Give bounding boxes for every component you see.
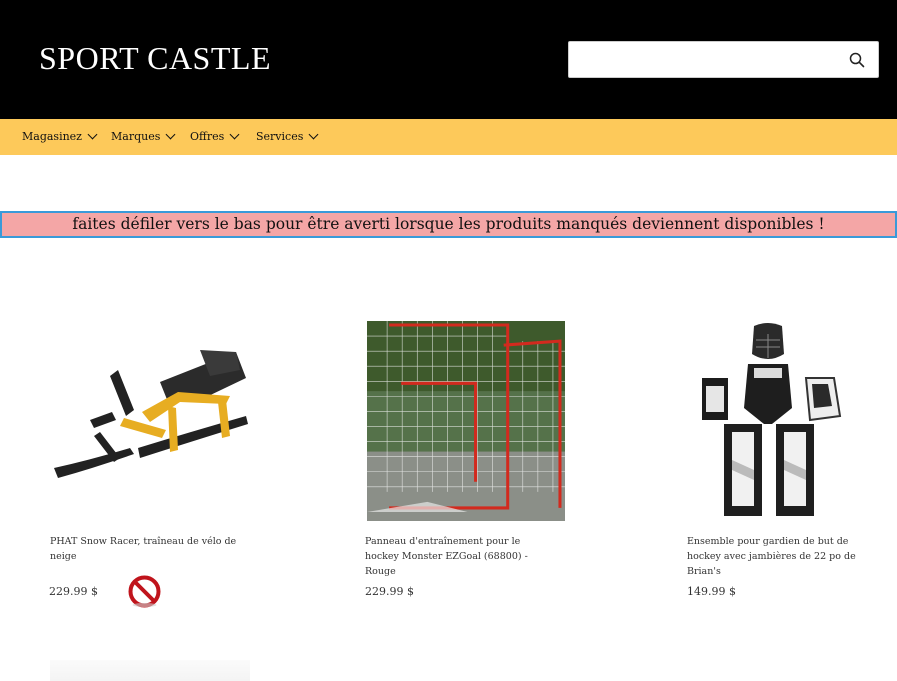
product-name[interactable]: Panneau d'entraînement pour le hockey Mo… [365, 534, 555, 579]
product-image-hockey-net[interactable] [366, 321, 566, 521]
product-card[interactable] [366, 321, 566, 521]
nav-item-magasinez[interactable]: Magasinez [22, 119, 98, 155]
notify-banner: faites défiler vers le bas pour être ave… [0, 211, 897, 238]
nav-item-label: Services [256, 130, 304, 143]
nav-item-offres[interactable]: Offres [190, 119, 240, 155]
nav-item-label: Magasinez [22, 130, 82, 143]
chevron-down-icon [165, 129, 176, 140]
nav-item-services[interactable]: Services [256, 119, 319, 155]
product-image-snow-racer[interactable] [50, 320, 250, 520]
product-price: 229.99 $ [49, 585, 98, 598]
search-box[interactable] [568, 41, 879, 78]
product-card[interactable] [50, 320, 250, 520]
chevron-down-icon [308, 129, 319, 140]
main-nav: Magasinez Marques Offres Services [0, 119, 897, 155]
no-entry-icon[interactable] [128, 575, 161, 608]
search-input[interactable] [579, 42, 839, 77]
product-name[interactable]: PHAT Snow Racer, traîneau de vélo de nei… [50, 534, 250, 564]
product-price: 149.99 $ [687, 585, 736, 598]
product-image-goalie-set[interactable] [688, 320, 888, 520]
nav-item-label: Marques [111, 130, 161, 143]
next-row-product-image [50, 660, 250, 681]
chevron-down-icon [87, 129, 98, 140]
site-header: SPORT CASTLE [0, 0, 897, 119]
product-price: 229.99 $ [365, 585, 414, 598]
product-card[interactable] [688, 320, 888, 520]
site-logo[interactable]: SPORT CASTLE [39, 40, 271, 77]
chevron-down-icon [229, 129, 240, 140]
nav-item-label: Offres [190, 130, 225, 143]
search-icon[interactable] [848, 51, 866, 69]
product-name[interactable]: Ensemble pour gardien de but de hockey a… [687, 534, 877, 579]
nav-item-marques[interactable]: Marques [111, 119, 176, 155]
